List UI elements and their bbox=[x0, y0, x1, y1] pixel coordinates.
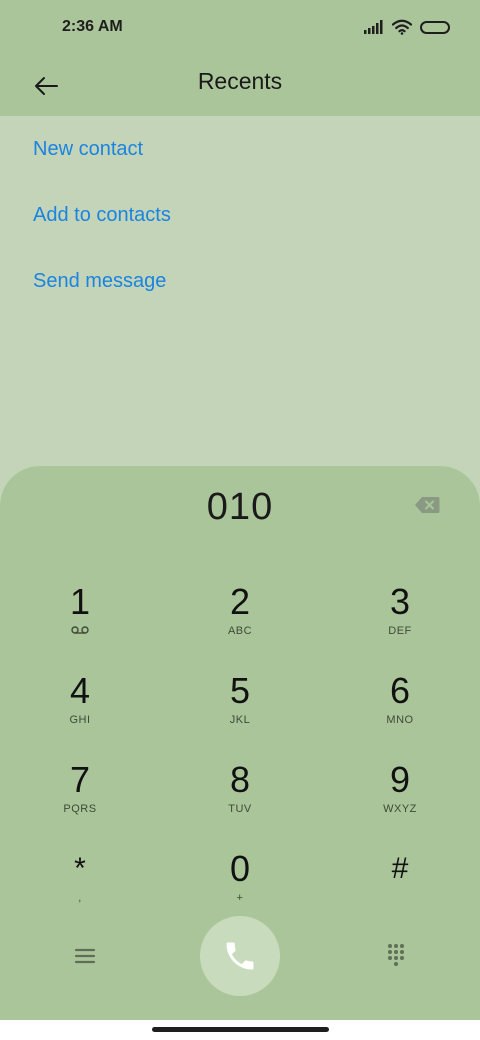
key-3[interactable]: 3 DEF bbox=[320, 576, 480, 665]
key-digit: 4 bbox=[69, 670, 91, 711]
signal-icon bbox=[364, 20, 383, 34]
key-digit: * bbox=[74, 852, 86, 885]
key-digit: 7 bbox=[69, 759, 91, 800]
dialpad-toggle-button[interactable] bbox=[381, 940, 411, 970]
call-button[interactable] bbox=[200, 916, 280, 996]
battery-icon bbox=[420, 20, 450, 34]
key-digit: 8 bbox=[229, 759, 251, 800]
key-digit: 3 bbox=[389, 581, 411, 622]
key-9[interactable]: 9 WXYZ bbox=[320, 754, 480, 843]
status-bar: 2:36 AM bbox=[0, 0, 480, 56]
keypad-grid: 1 2 ABC 3 DEF 4 GHI 5 JKL 6 MNO 7 PQRS 8… bbox=[0, 576, 480, 932]
dialpad-panel: 010 1 2 ABC 3 DEF 4 GHI 5 JKL 6 MNO 7 PQ… bbox=[0, 466, 480, 1020]
dialed-number[interactable]: 010 bbox=[0, 486, 480, 529]
phone-app: 2:36 AM Recents New contact Add to conta… bbox=[0, 0, 480, 1020]
key-digit: 1 bbox=[69, 581, 91, 622]
key-7[interactable]: 7 PQRS bbox=[0, 754, 160, 843]
key-digit: 2 bbox=[229, 581, 251, 622]
key-5[interactable]: 5 JKL bbox=[160, 665, 320, 754]
key-digit: 5 bbox=[229, 670, 251, 711]
status-time: 2:36 AM bbox=[62, 18, 123, 35]
key-letters: , bbox=[78, 892, 82, 904]
dialer-bottom-row bbox=[0, 916, 480, 996]
key-letters: TUV bbox=[228, 803, 252, 815]
menu-icon bbox=[74, 948, 96, 964]
key-6[interactable]: 6 MNO bbox=[320, 665, 480, 754]
send-message-link[interactable]: Send message bbox=[0, 248, 480, 314]
action-list: New contact Add to contacts Send message bbox=[0, 116, 480, 314]
key-8[interactable]: 8 TUV bbox=[160, 754, 320, 843]
key-digit: # bbox=[391, 852, 409, 885]
dialpad-icon bbox=[388, 944, 404, 966]
voicemail-icon bbox=[71, 625, 89, 639]
key-digit: 0 bbox=[229, 848, 251, 889]
key-digit: 6 bbox=[389, 670, 411, 711]
key-1[interactable]: 1 bbox=[0, 576, 160, 665]
key-digit: 9 bbox=[389, 759, 411, 800]
key-letters: GHI bbox=[69, 714, 91, 726]
phone-icon bbox=[226, 942, 254, 970]
key-letters: MNO bbox=[386, 714, 414, 726]
key-letters: WXYZ bbox=[383, 803, 417, 815]
key-letters: DEF bbox=[388, 625, 412, 637]
key-letters: ABC bbox=[227, 625, 253, 637]
key-2[interactable]: 2 ABC bbox=[160, 576, 320, 665]
top-app-bar: Recents bbox=[0, 56, 480, 116]
page-title: Recents bbox=[197, 68, 283, 94]
key-letters: + bbox=[236, 892, 244, 904]
backspace-button[interactable] bbox=[414, 496, 442, 518]
backspace-icon bbox=[415, 497, 440, 513]
key-letters: PQRS bbox=[63, 803, 97, 815]
menu-button[interactable] bbox=[70, 941, 100, 971]
status-icons bbox=[364, 17, 450, 37]
add-to-contacts-link[interactable]: Add to contacts bbox=[0, 182, 480, 248]
key-4[interactable]: 4 GHI bbox=[0, 665, 160, 754]
new-contact-link[interactable]: New contact bbox=[0, 116, 480, 182]
wifi-icon bbox=[392, 19, 412, 35]
home-indicator[interactable] bbox=[152, 1027, 329, 1032]
key-letters: JKL bbox=[229, 714, 251, 726]
